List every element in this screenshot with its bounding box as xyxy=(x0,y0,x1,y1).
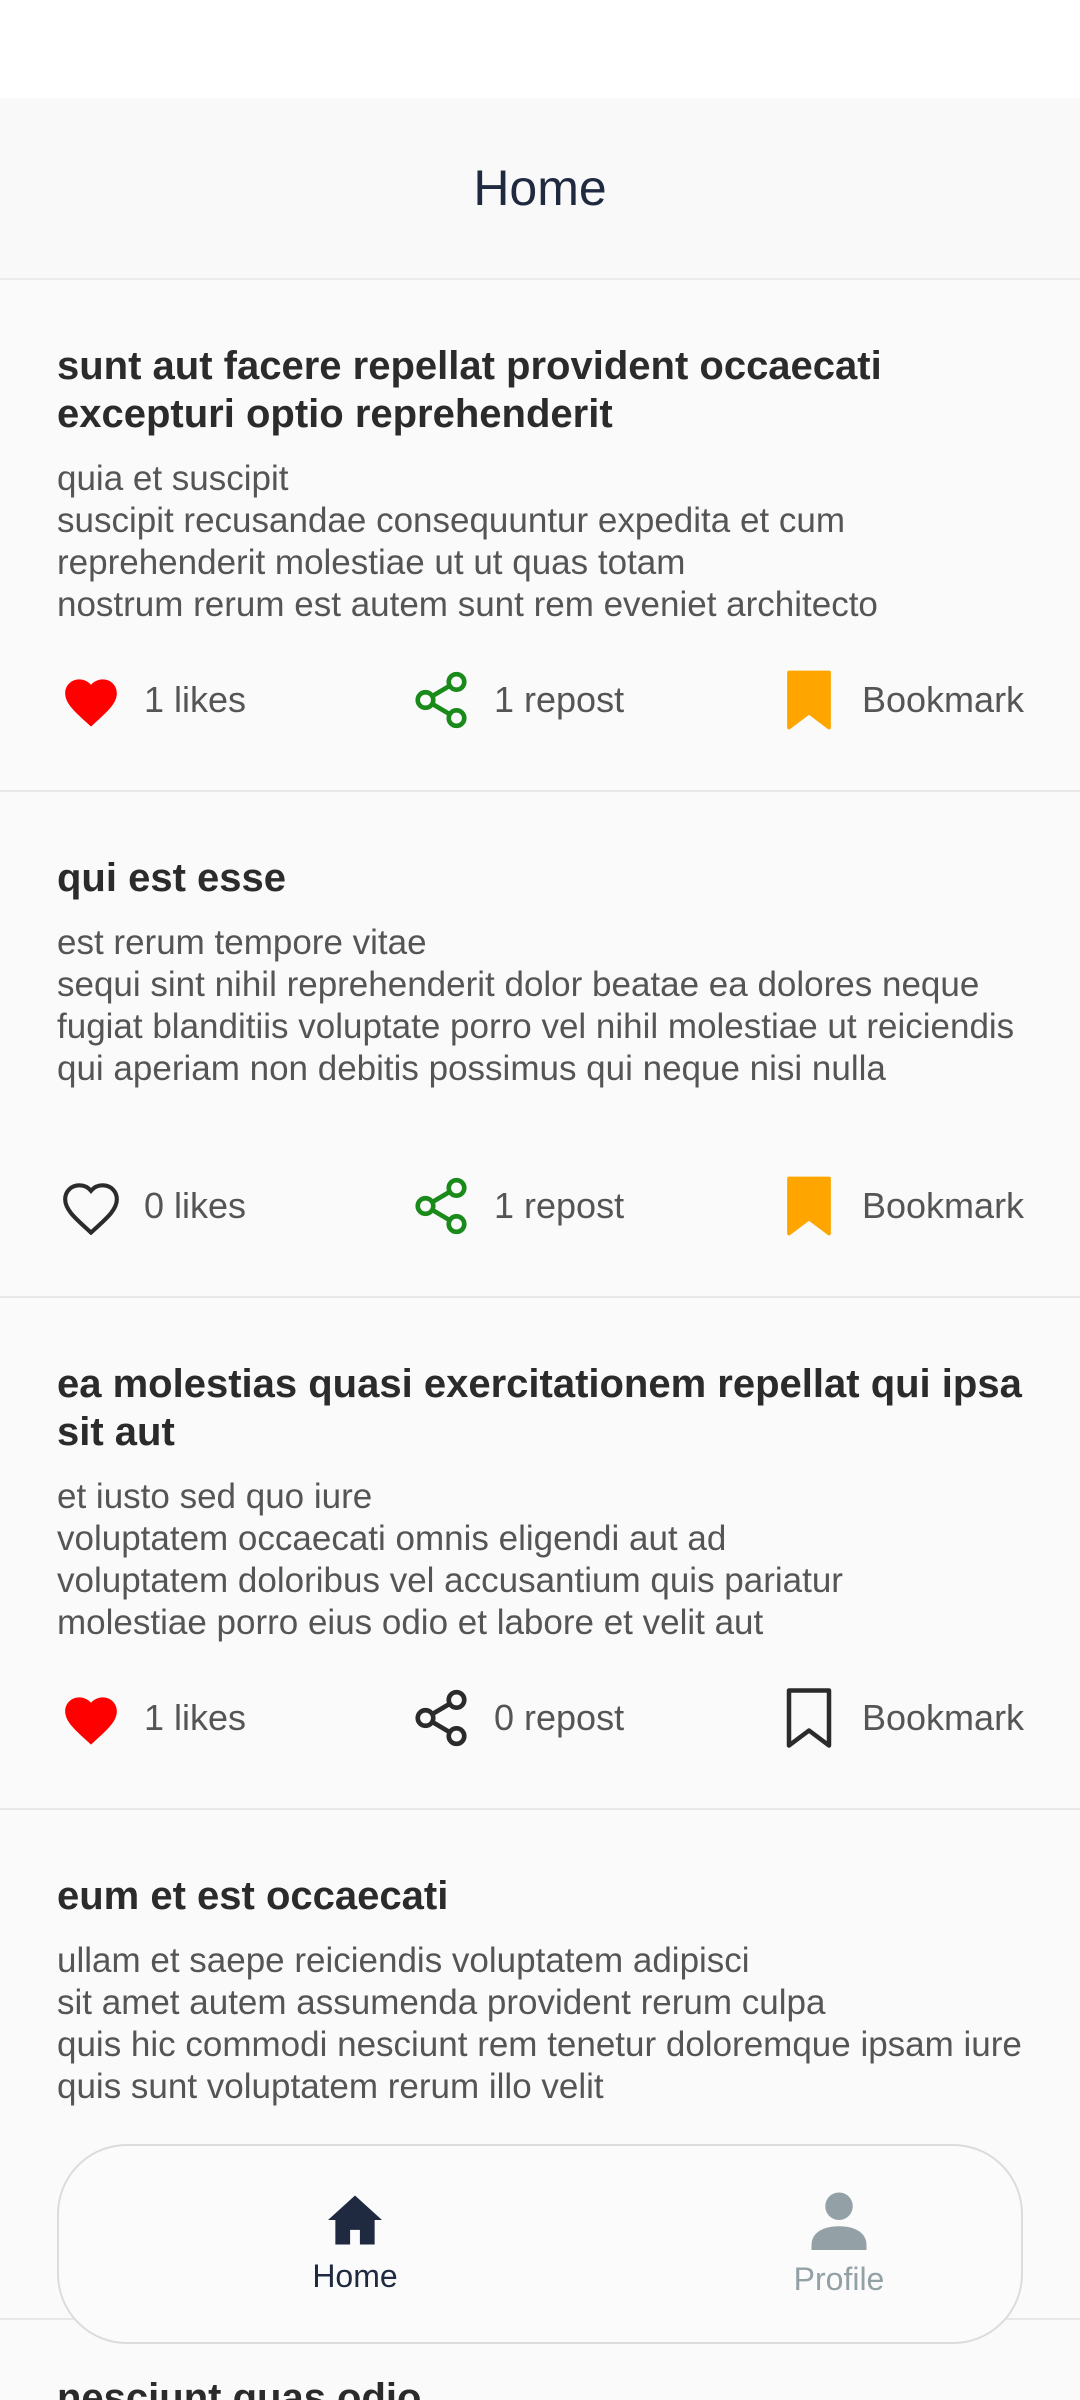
page-title: Home xyxy=(473,160,607,216)
likes-count: 0 likes xyxy=(144,1185,247,1226)
bookmark-label: Bookmark xyxy=(862,1697,1025,1738)
home-icon xyxy=(325,2193,385,2252)
share-icon xyxy=(408,1685,474,1751)
bookmark-label: Bookmark xyxy=(862,679,1025,720)
like-button[interactable]: 1 likes xyxy=(58,1682,246,1754)
repost-count: 1 repost xyxy=(494,1185,625,1226)
repost-count: 0 repost xyxy=(494,1697,625,1738)
app-header: Home xyxy=(0,98,1080,280)
nav-profile[interactable]: Profile xyxy=(689,2146,989,2342)
post-body: et iusto sed quo iure voluptatem occaeca… xyxy=(57,1477,843,1642)
post-card[interactable]: ea molestias quasi exercitationem repell… xyxy=(0,1298,1080,1810)
like-button[interactable]: 0 likes xyxy=(58,1170,246,1242)
likes-count: 1 likes xyxy=(144,679,247,720)
likes-count: 1 likes xyxy=(144,1697,247,1738)
post-title: nesciunt quas odio xyxy=(57,2376,422,2400)
nav-home[interactable]: Home xyxy=(205,2146,505,2342)
repost-button[interactable]: 1 repost xyxy=(408,664,624,736)
post-card[interactable]: qui est esse est rerum tempore vitae seq… xyxy=(0,792,1080,1298)
post-actions: 0 likes 1 repost Bookmark xyxy=(0,1170,1080,1242)
share-icon xyxy=(408,667,474,733)
bookmark-label: Bookmark xyxy=(862,1185,1025,1226)
nav-profile-label: Profile xyxy=(793,2261,885,2297)
heart-icon xyxy=(58,1685,124,1751)
bookmark-button[interactable]: Bookmark xyxy=(776,664,1024,736)
like-button[interactable]: 1 likes xyxy=(58,664,246,736)
nav-home-label: Home xyxy=(312,2258,398,2294)
repost-button[interactable]: 0 repost xyxy=(408,1682,624,1754)
post-body: ullam et saepe reiciendis voluptatem adi… xyxy=(57,1941,1022,2106)
post-body: est rerum tempore vitae sequi sint nihil… xyxy=(57,923,1015,1088)
post-title: sunt aut facere repellat provident occae… xyxy=(57,344,882,436)
post-title: ea molestias quasi exercitationem repell… xyxy=(57,1362,1022,1454)
share-icon xyxy=(408,1173,474,1239)
status-bar xyxy=(0,0,1080,98)
bookmark-button[interactable]: Bookmark xyxy=(776,1682,1024,1754)
post-title: eum et est occaecati xyxy=(57,1874,449,1918)
repost-button[interactable]: 1 repost xyxy=(408,1170,624,1242)
post-card[interactable]: sunt aut facere repellat provident occae… xyxy=(0,280,1080,792)
user-icon xyxy=(811,2190,867,2255)
post-actions: 1 likes 1 repost Bookmark xyxy=(0,664,1080,736)
bookmark-icon xyxy=(776,1173,842,1239)
post-title: qui est esse xyxy=(57,856,287,900)
post-body: quia et suscipit suscipit recusandae con… xyxy=(57,459,878,624)
heart-icon xyxy=(58,667,124,733)
bookmark-icon xyxy=(776,1685,842,1751)
repost-count: 1 repost xyxy=(494,679,625,720)
post-actions: 1 likes 0 repost Bookmark xyxy=(0,1682,1080,1754)
bookmark-button[interactable]: Bookmark xyxy=(776,1170,1024,1242)
bookmark-icon xyxy=(776,667,842,733)
heart-icon xyxy=(58,1173,124,1239)
bottom-navigation: Home Profile xyxy=(57,2144,1023,2344)
